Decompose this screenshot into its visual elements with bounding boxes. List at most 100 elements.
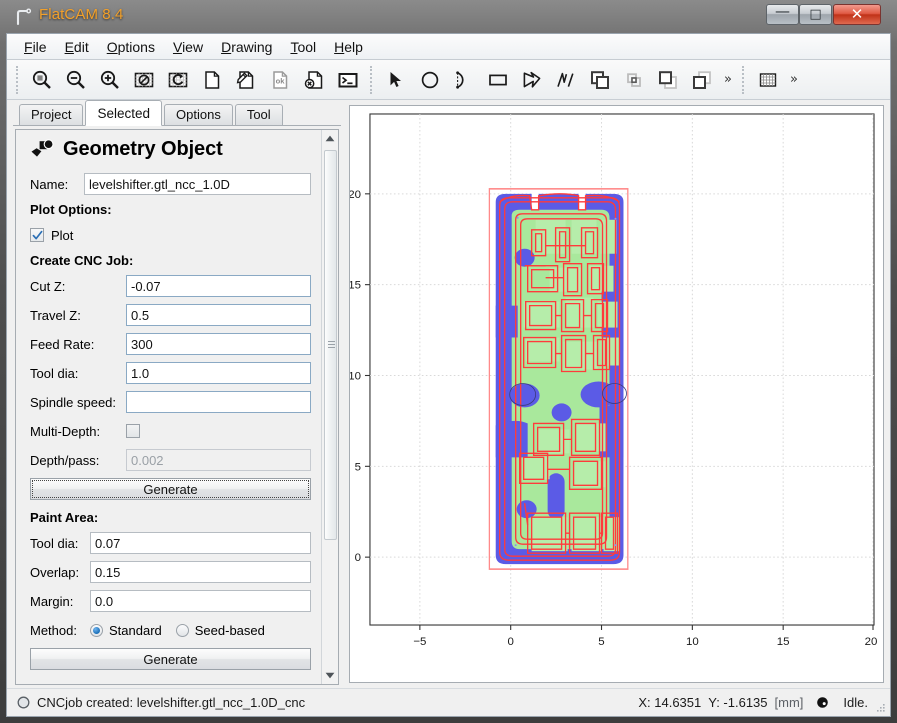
menu-tool-rest: ool [297, 38, 317, 55]
plot-frame: −5 0 5 10 15 20 0 5 10 15 20 [349, 105, 884, 683]
multi-depth-checkbox[interactable] [126, 424, 140, 438]
tab-selected[interactable]: Selected [85, 100, 163, 126]
travel-z-label: Travel Z: [30, 307, 81, 323]
paint-tool-dia-input[interactable]: 0.07 [90, 532, 311, 554]
check-icon [32, 230, 42, 239]
depth-per-pass-input[interactable]: 0.002 [126, 449, 311, 471]
menu-options-rest: ptions [117, 38, 155, 55]
create-cnc-job-label: Create CNC Job: [30, 253, 134, 268]
page-title: Geometry Object [63, 138, 223, 160]
subtract-button[interactable] [652, 64, 684, 96]
edit-file-button[interactable] [230, 64, 262, 96]
draw-polygon-button[interactable] [516, 64, 548, 96]
chevron-up-icon [325, 135, 335, 142]
panel-vertical-scrollbar[interactable] [321, 130, 338, 684]
xtick-20: 20 [865, 636, 878, 648]
cut-button[interactable] [686, 64, 718, 96]
window-client-area: File Edit Options View Drawing Tool Help [6, 33, 891, 717]
spindle-speed-input[interactable] [126, 391, 311, 413]
intersection-button[interactable] [618, 64, 650, 96]
plot-checkbox-label: Plot [51, 227, 74, 243]
xtick--5: −5 [413, 636, 426, 648]
feed-rate-input[interactable]: 300 [126, 333, 311, 355]
depth-per-pass-row: Depth/pass: 0.002 [30, 449, 311, 471]
cnc-generate-button[interactable]: Generate [30, 478, 311, 500]
menu-options[interactable]: Options [98, 36, 164, 58]
pcb-plot-canvas[interactable]: −5 0 5 10 15 20 0 5 10 15 20 [350, 106, 883, 667]
draw-rectangle-button[interactable] [482, 64, 514, 96]
replot-button[interactable] [162, 64, 194, 96]
zoom-in-button[interactable] [94, 64, 126, 96]
feed-rate-row: Feed Rate: 300 [30, 333, 311, 355]
menu-edit[interactable]: Edit [56, 36, 98, 58]
paint-generate-button[interactable]: Generate [30, 648, 311, 670]
paint-margin-input[interactable]: 0.0 [90, 590, 311, 612]
shell-icon [338, 72, 358, 87]
draw-circle-button[interactable] [414, 64, 446, 96]
toolbar-handle-1[interactable] [16, 65, 20, 94]
menu-tool[interactable]: Tool [281, 36, 325, 58]
activity-dot-icon [816, 696, 829, 709]
union-button[interactable] [584, 64, 616, 96]
delete-file-button[interactable] [298, 64, 330, 96]
svg-text:ok: ok [276, 76, 286, 85]
menu-file[interactable]: File [15, 36, 56, 58]
units-label: [mm] [774, 695, 804, 710]
method-standard-radio[interactable] [90, 623, 103, 637]
cut-z-input[interactable]: -0.07 [126, 275, 311, 297]
feed-rate-label: Feed Rate: [30, 336, 95, 352]
plot-checkbox[interactable] [30, 228, 44, 242]
zoom-out-button[interactable] [60, 64, 92, 96]
grid-snap-button[interactable] [752, 64, 784, 96]
menu-help[interactable]: Help [325, 36, 372, 58]
draw-rectangle-icon [489, 74, 507, 85]
clear-plot-button[interactable] [128, 64, 160, 96]
panel-header: Geometry Object [30, 138, 311, 161]
name-input[interactable]: levelshifter.gtl_ncc_1.0D [84, 173, 311, 195]
minimize-button[interactable]: — [766, 4, 799, 25]
menu-file-mnemonic: F [24, 38, 33, 55]
tab-options[interactable]: Options [164, 104, 233, 125]
scroll-up-button[interactable] [322, 130, 338, 147]
cnc-tool-dia-input[interactable]: 1.0 [126, 362, 311, 384]
paint-overlap-input[interactable]: 0.15 [90, 561, 311, 583]
new-file-button[interactable] [196, 64, 228, 96]
zoom-fit-button[interactable] [26, 64, 58, 96]
menu-drawing[interactable]: Drawing [212, 36, 281, 58]
toolbar-overflow-1[interactable]: » [719, 72, 737, 87]
scrollbar-thumb[interactable] [324, 150, 337, 540]
multi-depth-label: Multi-Depth: [30, 423, 101, 439]
maximize-icon: □ [809, 7, 822, 22]
close-button[interactable]: ✕ [833, 4, 881, 25]
select-cursor-button[interactable] [380, 64, 412, 96]
tab-project[interactable]: Project [19, 104, 84, 125]
draw-arc-icon [456, 70, 464, 89]
resize-grip-icon[interactable] [874, 701, 886, 713]
travel-z-input[interactable]: 0.5 [126, 304, 311, 326]
toolbar-handle-3[interactable] [741, 65, 746, 94]
draw-polygon-icon [523, 71, 541, 88]
xtick-5: 5 [598, 636, 604, 648]
menu-help-mnemonic: H [334, 38, 345, 55]
maximize-button[interactable]: □ [799, 4, 832, 25]
tab-tool[interactable]: Tool [234, 104, 283, 125]
draw-arc-button[interactable] [448, 64, 480, 96]
ok-file-button[interactable]: ok [264, 64, 296, 96]
spindle-speed-row: Spindle speed: [30, 391, 311, 413]
menu-view[interactable]: View [164, 36, 212, 58]
method-standard-label: Standard [109, 622, 162, 638]
draw-path-button[interactable] [550, 64, 582, 96]
draw-circle-icon [421, 71, 439, 88]
method-seed-based-radio[interactable] [175, 623, 189, 637]
plot-options-label: Plot Options: [30, 202, 112, 217]
name-row: Name: levelshifter.gtl_ncc_1.0D [30, 173, 311, 195]
cnc-tool-dia-label: Tool dia: [30, 365, 79, 381]
scroll-down-button[interactable] [322, 667, 338, 684]
paint-margin-row: Margin: 0.0 [30, 590, 311, 612]
toolbar-handle-2[interactable] [370, 65, 374, 94]
menu-edit-rest: dit [73, 38, 89, 55]
shell-button[interactable] [332, 64, 364, 96]
ytick-10: 10 [350, 370, 361, 382]
pcb-geometry [488, 188, 629, 570]
toolbar-overflow-2[interactable]: » [785, 72, 803, 87]
